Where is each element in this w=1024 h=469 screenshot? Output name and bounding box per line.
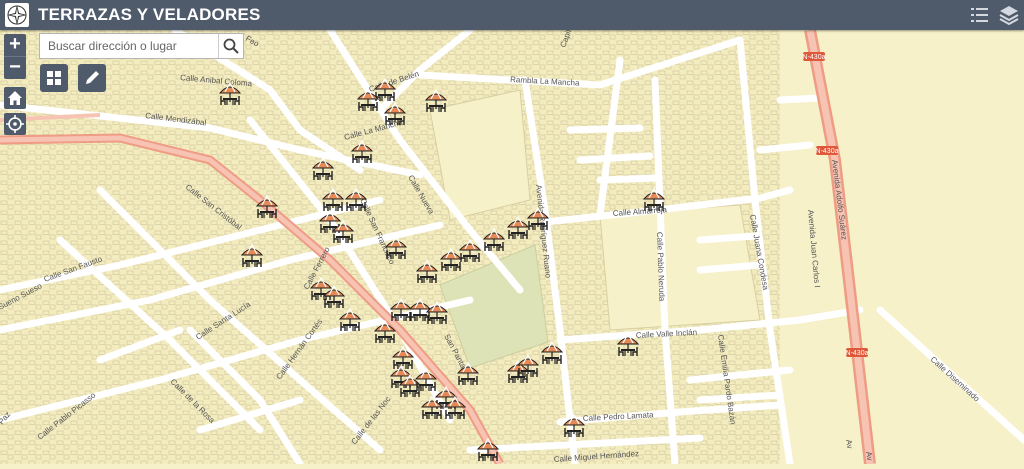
map-view[interactable]: N-430a N-430a N-430a Feo Calle Anibal Co…	[0, 22, 1024, 468]
svg-text:N-430a: N-430a	[846, 350, 869, 357]
grid-icon	[47, 71, 61, 85]
layers-icon[interactable]	[994, 0, 1024, 30]
svg-text:Av: Av	[844, 439, 854, 450]
home-button[interactable]	[4, 87, 26, 109]
list-icon[interactable]	[964, 0, 994, 30]
app-header: TERRAZAS Y VELADORES	[0, 0, 1024, 30]
locate-button[interactable]	[4, 113, 26, 135]
zoom-in-button[interactable]: +	[4, 34, 26, 57]
svg-text:N-430a: N-430a	[803, 54, 826, 61]
svg-text:N-430a: N-430a	[816, 148, 839, 155]
pencil-icon	[86, 71, 99, 84]
search-icon	[223, 38, 239, 54]
svg-text:Av: Av	[864, 451, 874, 462]
search-button[interactable]	[218, 34, 243, 58]
zoom-out-button[interactable]: −	[4, 57, 26, 79]
zoom-control: + −	[4, 34, 26, 79]
edit-button[interactable]	[78, 64, 106, 92]
home-icon	[8, 91, 22, 105]
compass-logo-icon	[5, 3, 29, 27]
search-input[interactable]	[40, 34, 232, 58]
search-box[interactable]	[39, 33, 244, 59]
basemap-gallery-button[interactable]	[40, 64, 68, 92]
app-title: TERRAZAS Y VELADORES	[38, 5, 261, 24]
locate-icon	[6, 115, 24, 133]
